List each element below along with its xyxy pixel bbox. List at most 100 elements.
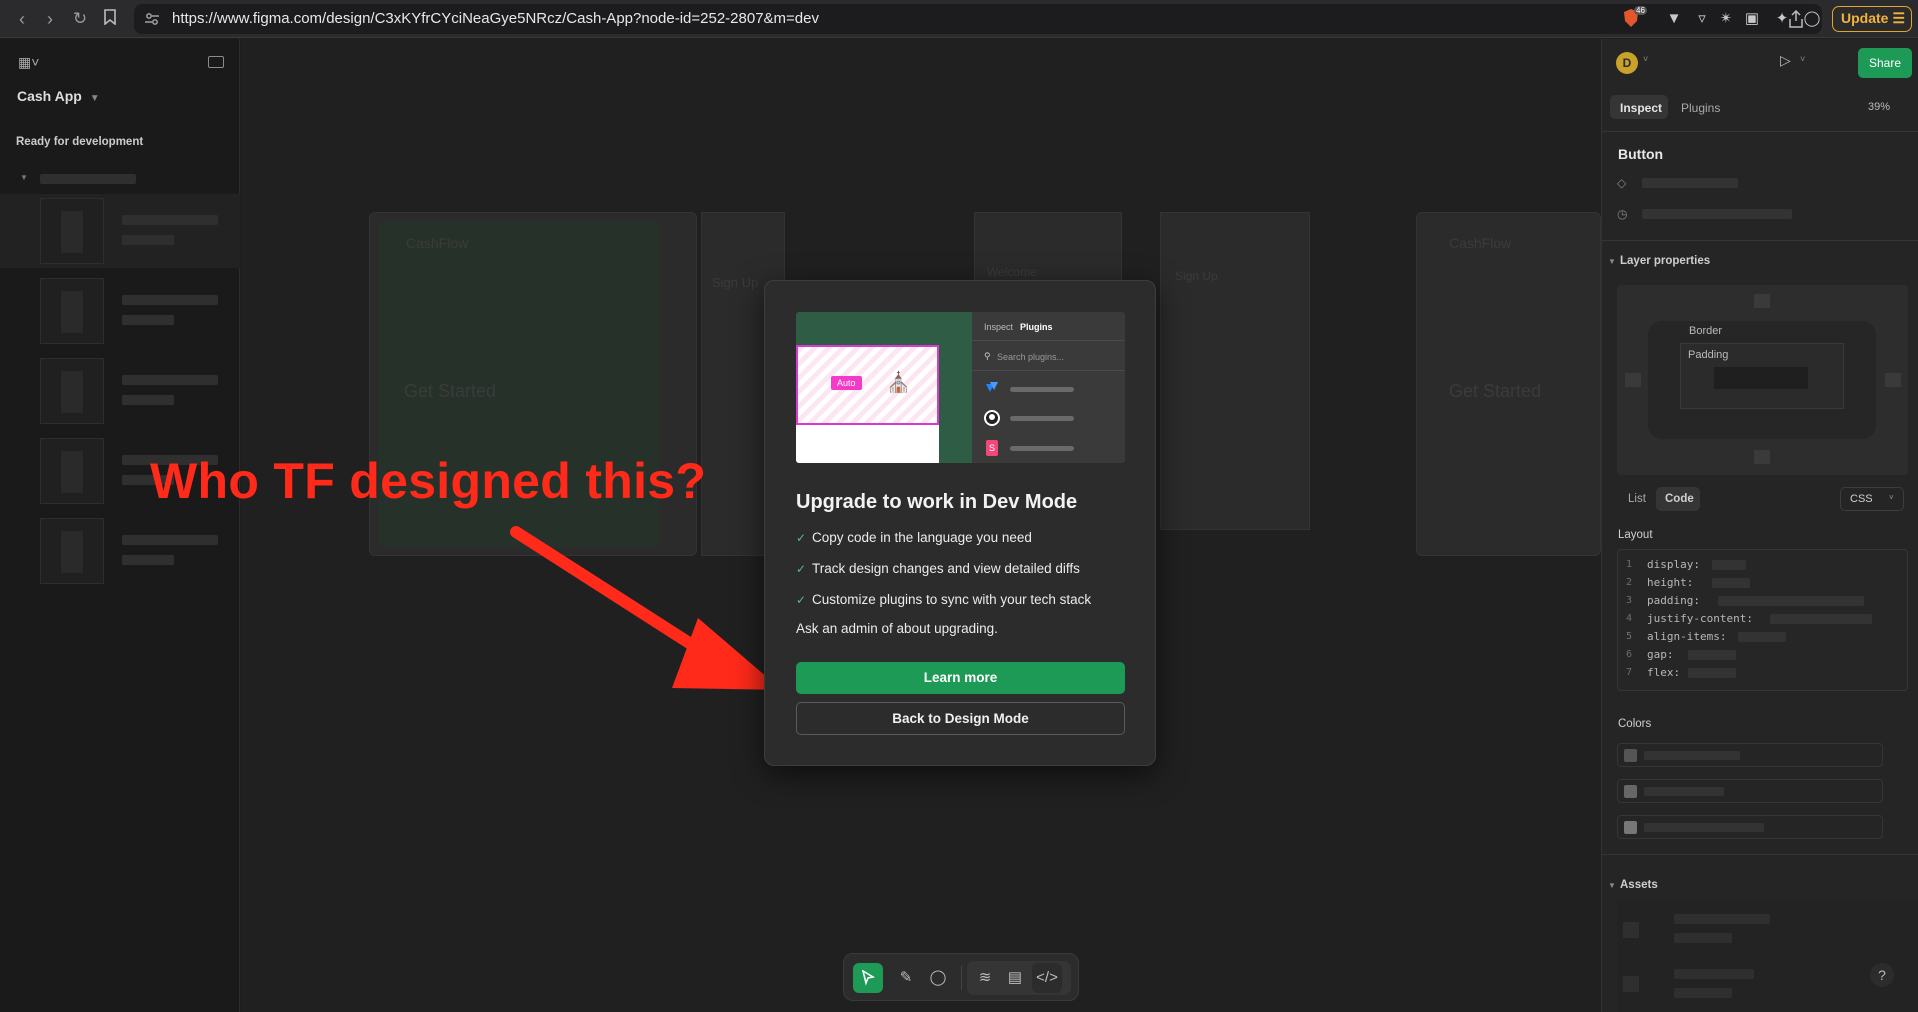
learn-more-button[interactable]: Learn more — [796, 662, 1125, 694]
line-number: 1 — [1626, 559, 1633, 570]
feature-text: Track design changes and view detailed d… — [812, 561, 1080, 576]
css-code-block[interactable]: 1 display: 2 height: 3 padding: 4 justif… — [1617, 549, 1908, 691]
checkmark-icon: ✓ — [796, 562, 807, 576]
annotation-arrow-icon — [510, 526, 782, 690]
inspect-panel: D ˅ ▷ ˅ Share Inspect Plugins 39% Button… — [1601, 39, 1918, 1012]
list-item — [122, 555, 174, 565]
line-number: 2 — [1626, 577, 1633, 588]
feature-text: Customize plugins to sync with your tech… — [812, 592, 1092, 607]
frame-text: Get Started — [1449, 381, 1542, 401]
collapse-caret-icon[interactable]: ▼ — [1608, 881, 1616, 890]
color-row[interactable] — [1617, 815, 1883, 839]
divider — [961, 966, 962, 990]
list-item-selected[interactable] — [0, 194, 240, 268]
extensions-puzzle-icon[interactable]: ✴ — [1716, 9, 1736, 29]
collapse-caret-icon[interactable]: ▼ — [20, 173, 28, 182]
user-avatar[interactable]: D — [1616, 52, 1638, 74]
shield-badge: 46 — [1634, 6, 1647, 15]
canvas-frame[interactable]: Welcome — [974, 212, 1122, 290]
forward-icon[interactable]: › — [38, 7, 62, 31]
dialog-title: Upgrade to work in Dev Mode — [796, 491, 1078, 513]
tab-plugins[interactable]: Plugins — [1681, 101, 1720, 115]
canvas-frame[interactable]: CashFlow Get Started — [1416, 212, 1601, 556]
component-icon: ◇ — [1617, 176, 1627, 190]
move-tool-icon[interactable] — [853, 963, 883, 993]
margin-left — [1625, 373, 1641, 387]
back-icon[interactable]: ‹ — [10, 7, 34, 31]
help-button[interactable]: ? — [1870, 963, 1894, 987]
present-caret-icon[interactable]: ˅ — [1800, 54, 1805, 64]
colors-label: Colors — [1618, 718, 1652, 730]
figma-menu-icon[interactable]: ▦˅ — [18, 54, 39, 71]
frame-text: Get Started — [404, 381, 497, 401]
placeholder — [1712, 578, 1750, 588]
divider — [972, 340, 1125, 341]
clock-icon: ◷ — [1617, 207, 1628, 221]
wallet-icon[interactable]: ▣ — [1742, 9, 1762, 29]
frame-text: Welcome — [987, 265, 1037, 279]
extension-v-icon[interactable]: ▼ — [1664, 9, 1684, 29]
layers-sidebar: ▦˅ Cash App ▼ Ready for development ▼ — [0, 39, 240, 1012]
jira-icon — [984, 380, 1000, 396]
dev-mode-illustration: Auto ⛪ Inspect Plugins ⚲ Search plugins.… — [796, 312, 1125, 463]
present-play-icon[interactable]: ▷ — [1780, 52, 1791, 69]
avatar-caret-icon[interactable]: ˅ — [1643, 54, 1648, 64]
pen-tool-icon[interactable]: ✎ — [891, 963, 921, 993]
placeholder — [1770, 614, 1872, 624]
zoom-level[interactable]: 39% — [1868, 101, 1890, 113]
address-bar[interactable]: https://www.figma.com/design/C3xKYfrCYci… — [134, 4, 1822, 34]
frame-thumbnail[interactable] — [40, 278, 104, 344]
update-label: Update — [1841, 10, 1889, 26]
illustration-tab-plugins: Plugins — [1020, 322, 1053, 332]
code-line: height: — [1647, 576, 1694, 589]
frame-thumbnail[interactable] — [40, 518, 104, 584]
view-tab-list[interactable]: List — [1628, 493, 1646, 505]
placeholder — [1644, 787, 1724, 796]
tab-inspect-label: Inspect — [1620, 101, 1663, 115]
file-name[interactable]: Cash App ▼ — [17, 88, 100, 104]
collapse-caret-icon[interactable]: ▼ — [1608, 257, 1616, 266]
list-item — [122, 395, 174, 405]
bookmark-icon[interactable] — [98, 7, 122, 31]
update-button[interactable]: Update ☰ — [1832, 6, 1912, 32]
brave-shield-icon[interactable]: 46 — [1622, 6, 1647, 30]
canvas-frame[interactable]: Sign Up — [1160, 212, 1310, 530]
leo-ai-icon[interactable]: ✦ — [1772, 9, 1792, 29]
measure-tool-icon[interactable]: ▤ — [1000, 963, 1030, 993]
annotate-tool-icon[interactable]: ≋ — [970, 963, 1000, 993]
list-item — [122, 535, 218, 545]
color-row[interactable] — [1617, 779, 1883, 803]
site-settings-icon[interactable] — [144, 11, 160, 32]
reload-icon[interactable]: ↻ — [68, 7, 92, 31]
back-to-design-mode-button[interactable]: Back to Design Mode — [796, 702, 1125, 735]
color-row[interactable] — [1617, 743, 1883, 767]
illustration-white-area — [796, 425, 939, 463]
frame-thumbnail[interactable] — [40, 358, 104, 424]
checkmark-icon: ✓ — [796, 593, 807, 607]
menu-icon: ☰ — [1892, 10, 1905, 26]
placeholder — [1688, 650, 1736, 660]
assets-label: Assets — [1620, 879, 1658, 891]
code-line: gap: — [1647, 648, 1674, 661]
list-item — [122, 215, 218, 225]
share-button[interactable]: Share — [1858, 48, 1912, 78]
vpn-shield-icon[interactable]: ◯ — [1802, 9, 1822, 29]
toggle-sidebar-icon[interactable] — [208, 56, 224, 68]
code-line: align-items: — [1647, 630, 1727, 643]
extension-v2-icon[interactable]: ▿ — [1692, 9, 1712, 29]
comment-tool-icon[interactable]: ◯ — [923, 963, 953, 993]
frame-text: CashFlow — [406, 235, 469, 251]
asset-thumbnail[interactable] — [1623, 922, 1639, 938]
margin-top — [1754, 294, 1770, 308]
code-line: justify-content: — [1647, 612, 1753, 625]
divider — [1602, 854, 1918, 855]
placeholder — [1642, 209, 1792, 219]
list-item — [122, 375, 218, 385]
layout-label: Layout — [1618, 529, 1653, 541]
asset-thumbnail[interactable] — [1623, 976, 1639, 992]
code-icon[interactable]: </> — [1032, 963, 1062, 993]
upgrade-dialog: Auto ⛪ Inspect Plugins ⚲ Search plugins.… — [764, 280, 1156, 766]
frame-thumbnail[interactable] — [40, 438, 104, 504]
placeholder — [1674, 988, 1732, 998]
frame-thumbnail[interactable] — [40, 198, 104, 264]
